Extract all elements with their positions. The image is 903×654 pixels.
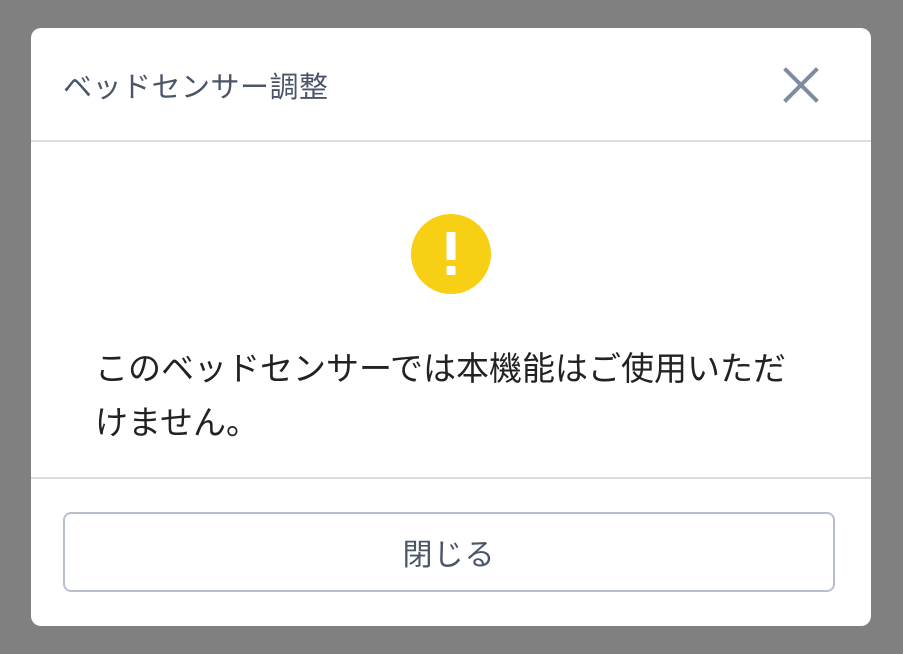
exclamation-circle-icon (411, 214, 491, 294)
modal-dialog: ベッドセンサー調整 このベッドセンサーでは本機能はご使用いただけません。 閉じる (31, 28, 871, 626)
dialog-title: ベッドセンサー調整 (63, 70, 329, 104)
dialog-header: ベッドセンサー調整 (31, 28, 871, 142)
close-icon[interactable] (776, 60, 826, 110)
close-button[interactable]: 閉じる (63, 512, 835, 592)
dialog-footer: 閉じる (31, 477, 871, 626)
dialog-message: このベッドセンサーでは本機能はご使用いただけません。 (95, 349, 787, 442)
dialog-body: このベッドセンサーでは本機能はご使用いただけません。 (31, 142, 871, 477)
